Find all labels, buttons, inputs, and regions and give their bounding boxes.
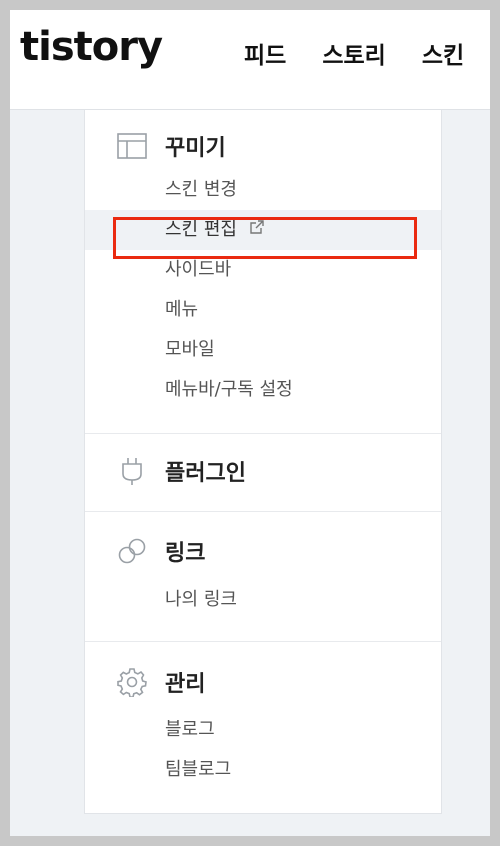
menu-item-menu[interactable]: 메뉴 [165, 298, 198, 322]
settings-sidebar: 꾸미기 스킨 변경 스킨 편집 사이드바 메뉴 모바일 메뉴바/구독 설정 플러… [84, 110, 442, 814]
tistory-logo[interactable]: tistory [20, 24, 163, 70]
highlight-annotation [113, 217, 417, 259]
browser-frame: tistory 피드 스토리 스킨 꾸미기 스킨 변경 스킨 편집 사이드바 메… [10, 10, 490, 836]
nav-feed[interactable]: 피드 [244, 36, 286, 70]
section-header-plugin[interactable]: 플러그인 [117, 455, 246, 487]
menu-item-sidebar[interactable]: 사이드바 [165, 258, 231, 282]
top-header: tistory 피드 스토리 스킨 [10, 10, 490, 110]
section-divider [85, 433, 441, 434]
nav-skin[interactable]: 스킨 [422, 36, 464, 70]
section-header-link[interactable]: 링크 [117, 535, 205, 567]
menu-item-blog[interactable]: 블로그 [165, 718, 215, 742]
section-title-plugin: 플러그인 [165, 461, 246, 486]
plug-icon [117, 456, 147, 486]
menu-item-my-link[interactable]: 나의 링크 [165, 588, 237, 612]
section-divider [85, 641, 441, 642]
nav-story[interactable]: 스토리 [322, 36, 385, 70]
top-nav: 피드 스토리 스킨 [244, 36, 490, 70]
menu-item-mobile[interactable]: 모바일 [165, 338, 215, 362]
menu-item-menubar-subscribe[interactable]: 메뉴바/구독 설정 [165, 378, 293, 402]
gear-icon [117, 667, 147, 697]
section-title-manage: 관리 [165, 672, 206, 697]
section-header-decorate[interactable]: 꾸미기 [117, 130, 226, 162]
section-header-manage[interactable]: 관리 [117, 666, 205, 698]
menu-item-skin-change[interactable]: 스킨 변경 [165, 178, 237, 202]
layout-icon [117, 131, 147, 161]
section-title-link: 링크 [165, 541, 206, 566]
menu-item-team-blog[interactable]: 팀블로그 [165, 758, 231, 782]
section-divider [85, 511, 441, 512]
section-title-decorate: 꾸미기 [165, 136, 226, 161]
link-icon [117, 536, 147, 566]
